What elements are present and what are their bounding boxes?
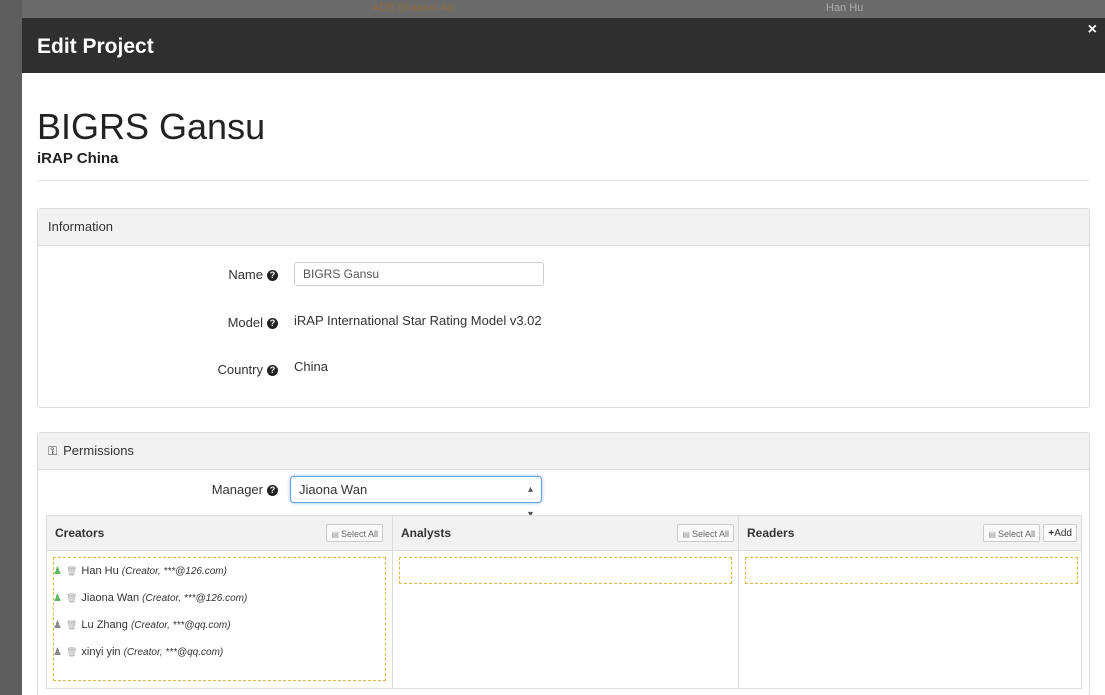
model-value: iRAP International Star Rating Model v3.… xyxy=(294,313,542,328)
readers-drop-zone[interactable] xyxy=(745,557,1078,584)
user-icon: ♟ xyxy=(53,566,62,577)
list-item[interactable]: ♟ 🗑︎ Han Hu (Creator, ***@126.com) xyxy=(53,565,227,577)
help-icon[interactable]: ? xyxy=(267,270,278,281)
add-label: Add xyxy=(1054,528,1072,539)
help-icon[interactable]: ? xyxy=(267,365,278,376)
readers-select-all-button[interactable]: ▤ Select All xyxy=(983,524,1040,542)
manager-label: Manager? xyxy=(78,482,278,497)
creators-column: Creators ▤ Select All ♟ 🗑︎ Han Hu (Creator,… xyxy=(47,516,393,688)
trash-icon[interactable]: 🗑︎ xyxy=(66,620,77,630)
project-name: BIGRS Gansu xyxy=(37,106,266,147)
analysts-drop-zone[interactable] xyxy=(399,557,732,584)
background-sidebar xyxy=(0,0,22,695)
model-label-text: Model xyxy=(227,315,263,330)
country-label: Country? xyxy=(78,362,278,377)
project-name-input[interactable] xyxy=(294,262,544,286)
modal-header: Edit Project × xyxy=(22,18,1105,73)
background-user-name: Han Hu xyxy=(826,2,864,14)
analysts-select-all-button[interactable]: ▤ Select All xyxy=(677,524,734,542)
member-name: Lu Zhang xyxy=(81,619,128,631)
list-item[interactable]: ♟ 🗑︎ Lu Zhang (Creator, ***@qq.com) xyxy=(53,619,231,631)
select-all-label: Select All xyxy=(691,529,729,539)
close-icon[interactable]: × xyxy=(1088,21,1097,39)
name-label: Name? xyxy=(78,267,278,282)
background-page: ADB Shaanxi Ad Han Hu xyxy=(0,0,1105,18)
trash-icon: ▤ xyxy=(331,530,339,539)
permissions-panel-heading: ⚿ Permissions xyxy=(38,433,1089,470)
information-panel-heading: Information xyxy=(38,209,1089,246)
modal-title: Edit Project xyxy=(37,35,154,58)
edit-project-modal: Edit Project × BIGRS Gansu iRAP China In… xyxy=(22,18,1105,695)
analysts-header: Analysts ▤ Select All xyxy=(393,516,738,551)
information-panel: Information Name? Model? iRAP Internatio… xyxy=(37,208,1090,408)
user-icon: ♟ xyxy=(53,593,62,604)
divider xyxy=(37,180,1089,181)
country-value: China xyxy=(294,359,328,374)
permission-columns: Creators ▤ Select All ♟ 🗑︎ Han Hu (Creator,… xyxy=(46,515,1082,689)
creators-header: Creators ▤ Select All xyxy=(47,516,392,551)
list-item[interactable]: ♟ 🗑︎ Jiaona Wan (Creator, ***@126.com) xyxy=(53,592,247,604)
permissions-heading-text: Permissions xyxy=(63,443,134,458)
member-meta: (Creator, ***@126.com) xyxy=(121,566,227,577)
readers-header: Readers ▤ Select All +Add xyxy=(739,516,1081,551)
model-label: Model? xyxy=(78,315,278,330)
member-name: xinyi yin xyxy=(81,646,121,658)
trash-icon: ▤ xyxy=(988,530,996,539)
add-reader-button[interactable]: +Add xyxy=(1043,524,1077,542)
permissions-panel: ⚿ Permissions Manager? Jiaona Wan ▴ ▾ Crea… xyxy=(37,432,1090,695)
manager-label-text: Manager xyxy=(211,482,263,497)
name-label-text: Name xyxy=(228,267,263,282)
trash-icon[interactable]: 🗑︎ xyxy=(66,566,77,576)
member-name: Han Hu xyxy=(81,565,119,577)
member-meta: (Creator, ***@qq.com) xyxy=(130,620,231,631)
trash-icon[interactable]: 🗑︎ xyxy=(66,647,77,657)
trash-icon: ▤ xyxy=(682,530,690,539)
trash-icon[interactable]: 🗑︎ xyxy=(66,593,77,603)
help-icon[interactable]: ? xyxy=(267,318,278,329)
manager-select[interactable]: Jiaona Wan ▴ ▾ xyxy=(290,476,542,520)
manager-select-value: Jiaona Wan xyxy=(299,482,368,497)
key-icon: ⚿ xyxy=(48,444,58,458)
user-icon: ♟ xyxy=(53,620,62,631)
creators-title: Creators xyxy=(55,526,105,540)
help-icon[interactable]: ? xyxy=(267,485,278,496)
member-meta: (Creator, ***@qq.com) xyxy=(123,647,224,658)
user-icon: ♟ xyxy=(53,647,62,658)
readers-column: Readers ▤ Select All +Add xyxy=(739,516,1081,688)
select-all-label: Select All xyxy=(340,529,378,539)
project-organization: iRAP China xyxy=(37,150,119,167)
select-all-label: Select All xyxy=(997,529,1035,539)
background-project-link: ADB Shaanxi Ad xyxy=(372,2,454,14)
member-name: Jiaona Wan xyxy=(81,592,140,604)
creators-select-all-button[interactable]: ▤ Select All xyxy=(326,524,383,542)
readers-title: Readers xyxy=(747,526,795,540)
analysts-column: Analysts ▤ Select All xyxy=(393,516,739,688)
list-item[interactable]: ♟ 🗑︎ xinyi yin (Creator, ***@qq.com) xyxy=(53,646,223,658)
member-meta: (Creator, ***@126.com) xyxy=(142,593,248,604)
country-label-text: Country xyxy=(217,362,263,377)
analysts-title: Analysts xyxy=(401,526,452,540)
